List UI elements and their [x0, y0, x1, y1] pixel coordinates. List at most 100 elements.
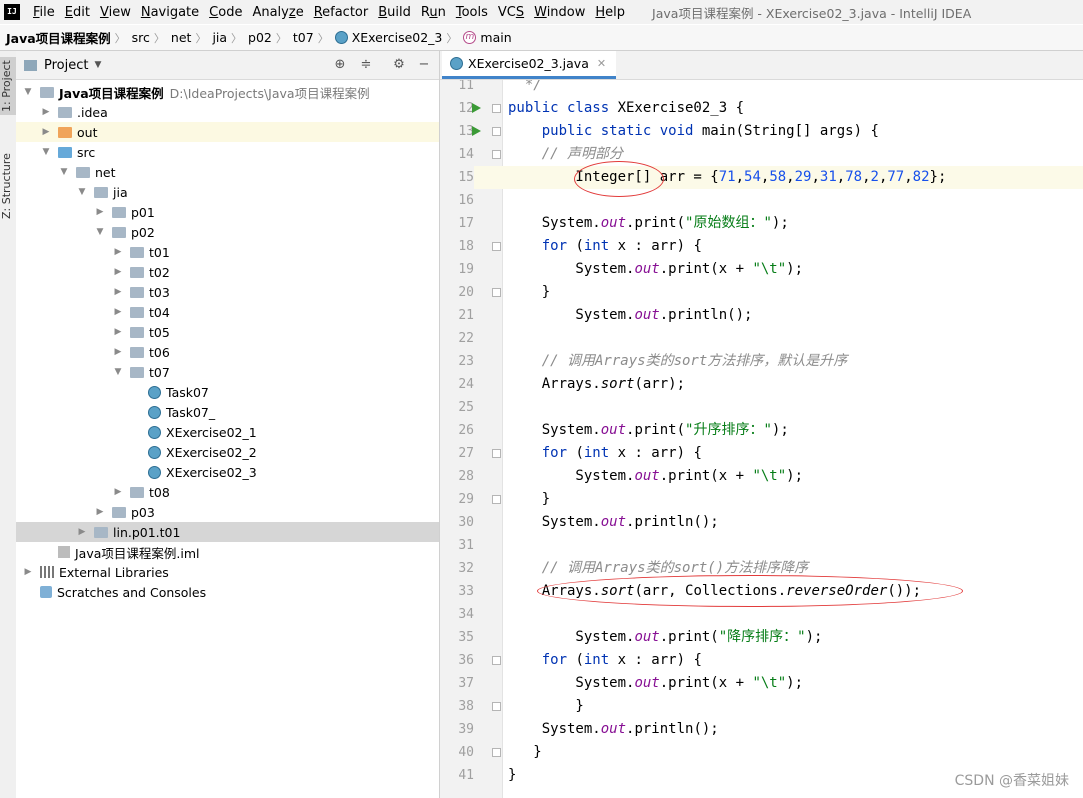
tree-item[interactable]: Java项目课程案例.iml — [16, 542, 439, 562]
tree-item[interactable]: ▼ t07 — [16, 362, 439, 382]
menu-text: uild — [387, 4, 411, 20]
tree-item[interactable]: ▶ out — [16, 122, 439, 142]
breadcrumb-item[interactable]: Java项目课程案例 — [0, 28, 113, 47]
tree-item[interactable]: ▶ t08 — [16, 482, 439, 502]
menu-item[interactable]: Code — [204, 5, 247, 20]
tree-item[interactable]: ▶ t04 — [16, 302, 439, 322]
tree-item[interactable]: ▶ .idea — [16, 102, 439, 122]
fold-marker-icon[interactable] — [492, 449, 501, 458]
tab-xexercise02-3[interactable]: XExercise02_3.java ✕ — [442, 51, 617, 79]
method-icon: m — [463, 31, 477, 44]
tree-item[interactable]: ▶ t02 — [16, 262, 439, 282]
code-text: System.out.println(); — [508, 511, 719, 534]
locate-icon[interactable]: ⊕ — [332, 57, 348, 73]
menu-item[interactable]: File — [28, 5, 60, 20]
tree-item[interactable]: XExercise02_2 — [16, 442, 439, 462]
collapsed-arrow-icon[interactable]: ▶ — [22, 567, 34, 577]
menu-item[interactable]: Build — [373, 5, 416, 20]
tree-item[interactable]: ▼ p02 — [16, 222, 439, 242]
project-view-selector[interactable]: Project — [44, 58, 88, 73]
line-number: 35 — [458, 630, 474, 645]
fold-marker-icon[interactable] — [492, 495, 501, 504]
breadcrumb-item[interactable]: jia — [208, 30, 229, 45]
fold-marker-icon[interactable] — [492, 656, 501, 665]
fold-marker-icon[interactable] — [492, 104, 501, 113]
menu-item[interactable]: Run — [416, 5, 451, 20]
tree-item[interactable]: ▶ t06 — [16, 342, 439, 362]
tree-item[interactable]: ▶ t05 — [16, 322, 439, 342]
expanded-arrow-icon[interactable]: ▼ — [76, 187, 88, 197]
run-icon[interactable] — [472, 103, 481, 113]
menu-text: VC — [497, 4, 516, 20]
gear-icon[interactable]: ⚙ — [391, 57, 407, 73]
code-token: out — [634, 468, 660, 484]
collapsed-arrow-icon[interactable]: ▶ — [112, 307, 124, 317]
line-number: 16 — [458, 193, 474, 208]
class-icon — [148, 425, 161, 439]
chevron-down-icon[interactable]: ▼ — [94, 60, 101, 70]
collapsed-arrow-icon[interactable]: ▶ — [112, 347, 124, 357]
menu-item[interactable]: Edit — [60, 5, 95, 20]
menu-item[interactable]: Refactor — [309, 5, 374, 20]
fold-marker-icon[interactable] — [492, 748, 501, 757]
collapsed-arrow-icon[interactable]: ▶ — [112, 327, 124, 337]
tree-item[interactable]: ▼ net — [16, 162, 439, 182]
collapsed-arrow-icon[interactable]: ▶ — [112, 267, 124, 277]
expanded-arrow-icon[interactable]: ▼ — [40, 147, 52, 157]
expanded-arrow-icon[interactable]: ▼ — [58, 167, 70, 177]
tree-item[interactable]: Task07_ — [16, 402, 439, 422]
tree-item[interactable]: Scratches and Consoles — [16, 582, 439, 602]
code-editor[interactable]: 11 */12 public class XExercise02_3 {13 pu… — [440, 80, 1083, 798]
breadcrumb-item[interactable]: net — [167, 30, 194, 45]
menu-item[interactable]: Tools — [451, 5, 493, 20]
collapsed-arrow-icon[interactable]: ▶ — [40, 127, 52, 137]
hide-icon[interactable]: − — [416, 57, 432, 73]
tree-item[interactable]: ▶ lin.p01.t01 — [16, 522, 439, 542]
code-token: ( — [575, 445, 584, 461]
fold-marker-icon[interactable] — [492, 702, 501, 711]
collapsed-arrow-icon[interactable]: ▶ — [94, 207, 106, 217]
collapsed-arrow-icon[interactable]: ▶ — [94, 507, 106, 517]
structure-tool-tab[interactable]: Z: Structure — [0, 146, 16, 226]
breadcrumb-item[interactable]: p02 — [244, 30, 274, 45]
run-icon[interactable] — [472, 126, 481, 136]
collapsed-arrow-icon[interactable]: ▶ — [112, 487, 124, 497]
collapsed-arrow-icon[interactable]: ▶ — [40, 107, 52, 117]
breadcrumb-item[interactable]: src — [128, 30, 152, 45]
breadcrumb-item[interactable]: t07 — [289, 30, 316, 45]
collapse-all-icon[interactable]: ≑ — [358, 57, 374, 73]
expanded-arrow-icon[interactable]: ▼ — [94, 227, 106, 237]
expanded-arrow-icon[interactable]: ▼ — [22, 87, 34, 97]
expanded-arrow-icon[interactable]: ▼ — [112, 367, 124, 377]
collapsed-arrow-icon[interactable]: ▶ — [112, 287, 124, 297]
collapsed-arrow-icon[interactable]: ▶ — [76, 527, 88, 537]
menu-item[interactable]: Help — [590, 5, 630, 20]
tree-item[interactable]: ▼ jia — [16, 182, 439, 202]
folder-icon — [94, 186, 108, 198]
fold-marker-icon[interactable] — [492, 242, 501, 251]
breadcrumb-item[interactable]: XExercise02_3 — [331, 30, 445, 45]
menu-item[interactable]: VCS — [493, 5, 529, 20]
tree-item[interactable]: ▶ p01 — [16, 202, 439, 222]
breadcrumb-item[interactable]: m main — [459, 30, 513, 45]
fold-marker-icon[interactable] — [492, 127, 501, 136]
menu-item[interactable]: Navigate — [136, 5, 204, 20]
menu-item[interactable]: Analyze — [247, 5, 308, 20]
menu-item[interactable]: Window — [529, 5, 590, 20]
fold-marker-icon[interactable] — [492, 150, 501, 159]
tree-item[interactable]: ▶ t01 — [16, 242, 439, 262]
tree-item[interactable]: Task07 — [16, 382, 439, 402]
menu-item[interactable]: View — [95, 5, 136, 20]
collapsed-arrow-icon[interactable]: ▶ — [112, 247, 124, 257]
tree-item[interactable]: XExercise02_1 — [16, 422, 439, 442]
tree-item[interactable]: ▶ External Libraries — [16, 562, 439, 582]
code-token: .println(); — [626, 514, 719, 530]
tree-item[interactable]: ▼ src — [16, 142, 439, 162]
tree-item[interactable]: ▼ Java项目课程案例 D:\IdeaProjects\Java项目课程案例 — [16, 82, 439, 102]
tree-item[interactable]: XExercise02_3 — [16, 462, 439, 482]
tree-item[interactable]: ▶ t03 — [16, 282, 439, 302]
project-tool-tab[interactable]: 1: Project — [0, 57, 16, 115]
close-icon[interactable]: ✕ — [597, 57, 606, 70]
tree-item[interactable]: ▶ p03 — [16, 502, 439, 522]
fold-marker-icon[interactable] — [492, 288, 501, 297]
